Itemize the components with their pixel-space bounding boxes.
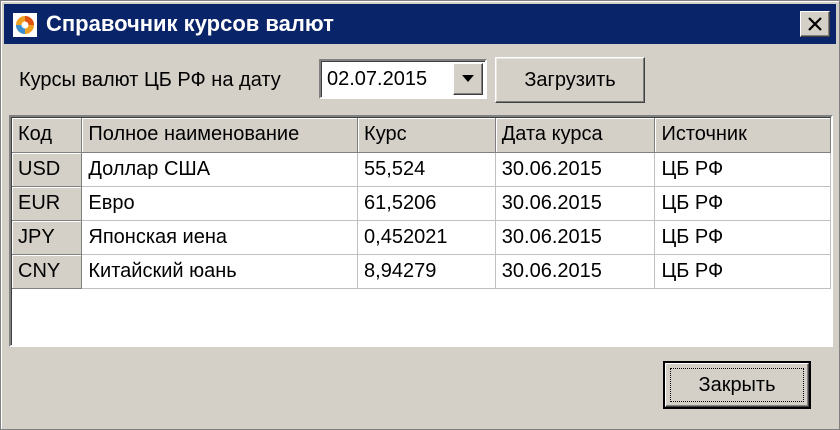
cell-rate[interactable]: 61,5206 — [357, 186, 496, 221]
close-button[interactable]: Закрыть — [663, 361, 811, 409]
cell-date[interactable]: 30.06.2015 — [495, 186, 656, 221]
cell-source[interactable]: ЦБ РФ — [654, 186, 831, 221]
column-header-date[interactable]: Дата курса — [495, 118, 656, 153]
cell-rate[interactable]: 8,94279 — [357, 254, 496, 289]
cell-code[interactable]: CNY — [12, 254, 83, 289]
currency-rates-window: Справочник курсов валют Курсы валют ЦБ Р… — [0, 0, 840, 430]
cell-date[interactable]: 30.06.2015 — [495, 152, 656, 187]
rates-grid[interactable]: Код Полное наименование Курс Дата курса … — [9, 115, 833, 347]
cell-name[interactable]: Евро — [81, 186, 359, 221]
table-row[interactable]: USD Доллар США 55,524 30.06.2015 ЦБ РФ — [12, 152, 831, 187]
date-dropdown-button[interactable] — [453, 63, 483, 95]
cell-date[interactable]: 30.06.2015 — [495, 220, 656, 255]
date-picker[interactable]: 02.07.2015 — [319, 59, 487, 99]
cell-code[interactable]: EUR — [12, 186, 83, 221]
column-header-name[interactable]: Полное наименование — [81, 118, 359, 153]
window-title: Справочник курсов валют — [46, 11, 334, 36]
rates-table: Код Полное наименование Курс Дата курса … — [12, 118, 831, 289]
table-row[interactable]: EUR Евро 61,5206 30.06.2015 ЦБ РФ — [12, 186, 831, 221]
cell-name[interactable]: Доллар США — [81, 152, 359, 187]
chevron-down-icon — [462, 75, 474, 82]
cell-name[interactable]: Японская иена — [81, 220, 359, 255]
header-row: Код Полное наименование Курс Дата курса … — [12, 118, 831, 153]
title-bar[interactable]: Справочник курсов валют — [4, 4, 836, 44]
cell-name[interactable]: Китайский юань — [81, 254, 359, 289]
cell-source[interactable]: ЦБ РФ — [654, 254, 831, 289]
window-close-button[interactable] — [800, 11, 830, 37]
column-header-rate[interactable]: Курс — [357, 118, 496, 153]
app-logo-icon — [13, 13, 37, 37]
cell-source[interactable]: ЦБ РФ — [654, 220, 831, 255]
date-label: Курсы валют ЦБ РФ на дату — [19, 69, 281, 91]
cell-date[interactable]: 30.06.2015 — [495, 254, 656, 289]
cell-rate[interactable]: 0,452021 — [357, 220, 496, 255]
column-header-source[interactable]: Источник — [654, 118, 831, 153]
cell-rate[interactable]: 55,524 — [357, 152, 496, 187]
cell-code[interactable]: USD — [12, 152, 83, 187]
cell-code[interactable]: JPY — [12, 220, 83, 255]
column-header-code[interactable]: Код — [12, 118, 83, 153]
table-row[interactable]: CNY Китайский юань 8,94279 30.06.2015 ЦБ… — [12, 254, 831, 289]
date-value[interactable]: 02.07.2015 — [327, 61, 427, 97]
cell-source[interactable]: ЦБ РФ — [654, 152, 831, 187]
close-icon — [808, 17, 822, 31]
load-button[interactable]: Загрузить — [495, 57, 645, 103]
table-row[interactable]: JPY Японская иена 0,452021 30.06.2015 ЦБ… — [12, 220, 831, 255]
close-button-label: Закрыть — [698, 373, 776, 396]
